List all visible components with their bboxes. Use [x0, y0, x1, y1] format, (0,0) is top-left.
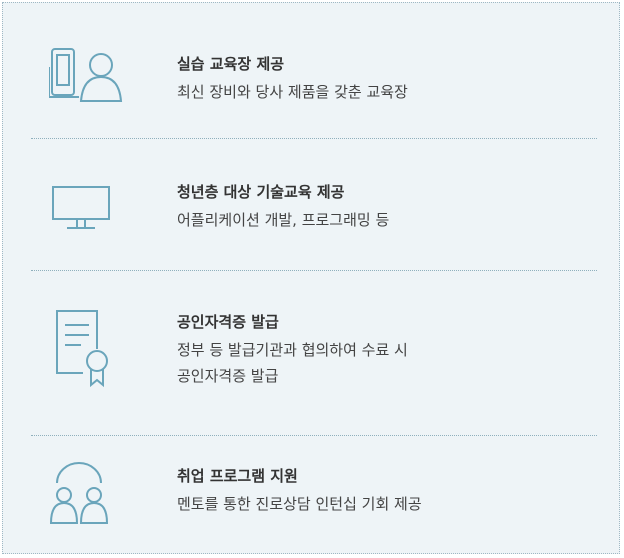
benefit-title: 취업 프로그램 지원 — [177, 467, 298, 485]
benefit-title: 실습 교육장 제공 — [177, 55, 285, 73]
certificate-icon — [55, 309, 111, 389]
divider — [31, 138, 597, 139]
divider — [31, 270, 597, 271]
benefit-item-training-room: 실습 교육장 제공 최신 장비와 당사 제품을 갖춘 교육장 — [31, 43, 597, 113]
monitor-icon — [51, 185, 113, 233]
divider — [31, 435, 597, 436]
benefit-desc-line: 공인자격증 발급 — [177, 367, 279, 385]
benefit-item-youth-tech: 청년층 대상 기술교육 제공 어플리케이션 개발, 프로그래밍 등 — [31, 175, 597, 245]
benefit-desc-line: 최신 장비와 당사 제품을 갖춘 교육장 — [177, 83, 408, 101]
benefit-item-certificate: 공인자격증 발급 정부 등 발급기관과 협의하여 수료 시 공인자격증 발급 — [31, 303, 597, 403]
benefit-desc-line: 정부 등 발급기관과 협의하여 수료 시 — [177, 341, 408, 359]
benefits-panel: 실습 교육장 제공 최신 장비와 당사 제품을 갖춘 교육장 청년층 대상 기술… — [2, 2, 620, 554]
device-user-icon — [49, 47, 123, 105]
benefit-item-employment: 취업 프로그램 지원 멘토를 통한 진로상담 인턴십 기회 제공 — [31, 461, 597, 541]
mentor-people-icon — [45, 461, 115, 527]
benefit-desc-line: 어플리케이션 개발, 프로그래밍 등 — [177, 211, 390, 229]
benefit-title: 청년층 대상 기술교육 제공 — [177, 183, 345, 201]
benefit-title: 공인자격증 발급 — [177, 313, 279, 331]
benefit-desc-line: 멘토를 통한 진로상담 인턴십 기회 제공 — [177, 495, 422, 513]
